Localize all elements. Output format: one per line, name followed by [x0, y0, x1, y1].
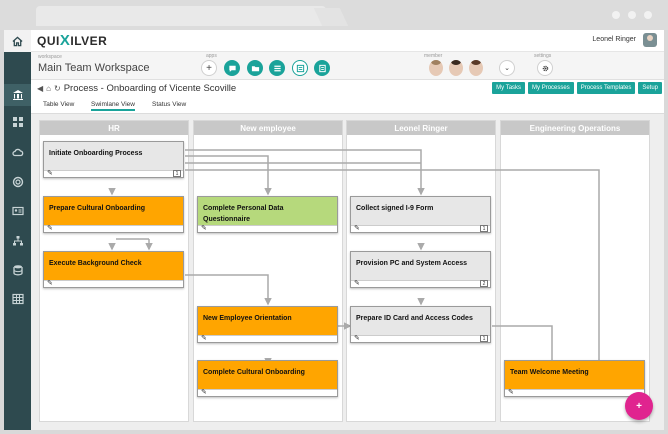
grid-icon[interactable]	[4, 111, 31, 133]
home-icon[interactable]	[4, 30, 31, 52]
tab-status-view[interactable]: Status View	[152, 101, 186, 108]
process-title: Process - Onboarding of Vicente Scoville	[63, 83, 237, 94]
cloud-icon[interactable]	[4, 141, 31, 163]
gear-icon[interactable]	[537, 60, 553, 76]
task-card[interactable]: Complete Personal Data Questionnaire ✎	[197, 196, 338, 233]
task-card[interactable]: Provision PC and System Access ✎ 2	[350, 251, 491, 288]
task-card[interactable]: Team Welcome Meeting ✎	[504, 360, 645, 397]
setup-button[interactable]: Setup	[638, 82, 662, 94]
view-tabs: Table View Swimlane View Status View	[31, 99, 664, 113]
pencil-icon[interactable]: ✎	[47, 225, 53, 232]
pencil-icon[interactable]: ✎	[354, 280, 360, 287]
add-task-button[interactable]: +	[625, 392, 653, 420]
process-templates-button[interactable]: Process Templates	[576, 82, 636, 94]
lane-title: Leonel Ringer	[347, 121, 495, 135]
process-title-bar: ◀ ⌂ ↻ Process - Onboarding of Vicente Sc…	[31, 80, 664, 98]
task-count-badge: 1	[173, 170, 181, 177]
user-name[interactable]: Leonel Ringer	[592, 36, 636, 43]
pencil-icon[interactable]: ✎	[47, 280, 53, 287]
pencil-icon[interactable]: ✎	[201, 225, 207, 232]
lane-title: HR	[40, 121, 188, 135]
tab-swimlane-view[interactable]: Swimlane View	[91, 101, 135, 111]
back-arrow-icon[interactable]: ◀	[37, 84, 43, 93]
task-card[interactable]: Complete Cultural Onboarding ✎	[197, 360, 338, 397]
task-count-badge: 2	[480, 280, 488, 287]
folder-icon[interactable]	[247, 60, 263, 76]
task-card[interactable]: Prepare Cultural Onboarding ✎	[43, 196, 184, 233]
browser-chrome	[0, 0, 668, 30]
member-label: member	[424, 53, 443, 59]
form-icon[interactable]	[314, 60, 330, 76]
tab-table-view[interactable]: Table View	[43, 101, 74, 108]
task-card[interactable]: Execute Background Check ✎	[43, 251, 184, 288]
window-dot[interactable]	[644, 11, 652, 19]
action-buttons: My Tasks My Processes Process Templates …	[492, 82, 662, 94]
pencil-icon[interactable]: ✎	[508, 389, 514, 396]
workspace-label: workspace	[38, 54, 62, 60]
bank-icon[interactable]	[4, 84, 31, 106]
id-card-icon[interactable]	[4, 200, 31, 222]
task-count-badge: 1	[480, 335, 488, 342]
page-title: ◀ ⌂ ↻ Process - Onboarding of Vicente Sc…	[37, 83, 236, 94]
swimlane-board: HR New employee Leonel Ringer Engineerin…	[31, 113, 664, 430]
settings-label: settings	[534, 53, 552, 59]
pencil-icon[interactable]: ✎	[354, 225, 360, 232]
task-card[interactable]: Collect signed I-9 Form ✎ 1	[350, 196, 491, 233]
member-avatar-1[interactable]	[429, 60, 443, 76]
my-tasks-button[interactable]: My Tasks	[492, 82, 526, 94]
list-icon[interactable]	[269, 60, 285, 76]
chat-icon[interactable]	[224, 60, 240, 76]
top-bar: QUIXILVER Leonel Ringer	[31, 30, 664, 52]
add-icon[interactable]: +	[201, 60, 217, 76]
browser-tab[interactable]	[36, 6, 326, 26]
org-chart-icon[interactable]	[4, 230, 31, 252]
table-icon[interactable]	[4, 288, 31, 310]
task-count-badge: 1	[480, 225, 488, 232]
refresh-icon[interactable]: ↻	[54, 84, 61, 93]
lane-title: Engineering Operations	[501, 121, 649, 135]
window-dot[interactable]	[612, 11, 620, 19]
window-controls	[612, 11, 652, 19]
pencil-icon[interactable]: ✎	[201, 389, 207, 396]
pencil-icon[interactable]: ✎	[354, 335, 360, 342]
member-avatar-3[interactable]	[469, 60, 483, 76]
app-window: QUIXILVER Leonel Ringer workspace Main T…	[4, 30, 664, 430]
task-card[interactable]: Initiate Onboarding Process ✎ 1	[43, 141, 184, 178]
task-card[interactable]: Prepare ID Card and Access Codes ✎ 1	[350, 306, 491, 343]
task-card[interactable]: New Employee Orientation ✎	[197, 306, 338, 343]
lifebuoy-icon[interactable]	[4, 171, 31, 193]
member-avatar-2[interactable]	[449, 60, 463, 76]
logo[interactable]: QUIXILVER	[37, 33, 107, 48]
my-processes-button[interactable]: My Processes	[528, 82, 574, 94]
apps-label: apps	[206, 53, 217, 59]
workspace-name[interactable]: Main Team Workspace	[38, 62, 149, 74]
window-dot[interactable]	[628, 11, 636, 19]
workspace-bar: workspace Main Team Workspace apps + mem…	[31, 52, 664, 80]
news-icon[interactable]	[292, 60, 308, 76]
sidebar	[4, 30, 31, 430]
user-avatar[interactable]	[643, 33, 657, 47]
database-icon[interactable]	[4, 259, 31, 281]
home-small-icon[interactable]: ⌂	[46, 84, 51, 93]
chevron-down-icon[interactable]: ⌄	[499, 60, 515, 76]
lane-title: New employee	[194, 121, 342, 135]
pencil-icon[interactable]: ✎	[47, 170, 53, 177]
pencil-icon[interactable]: ✎	[201, 335, 207, 342]
